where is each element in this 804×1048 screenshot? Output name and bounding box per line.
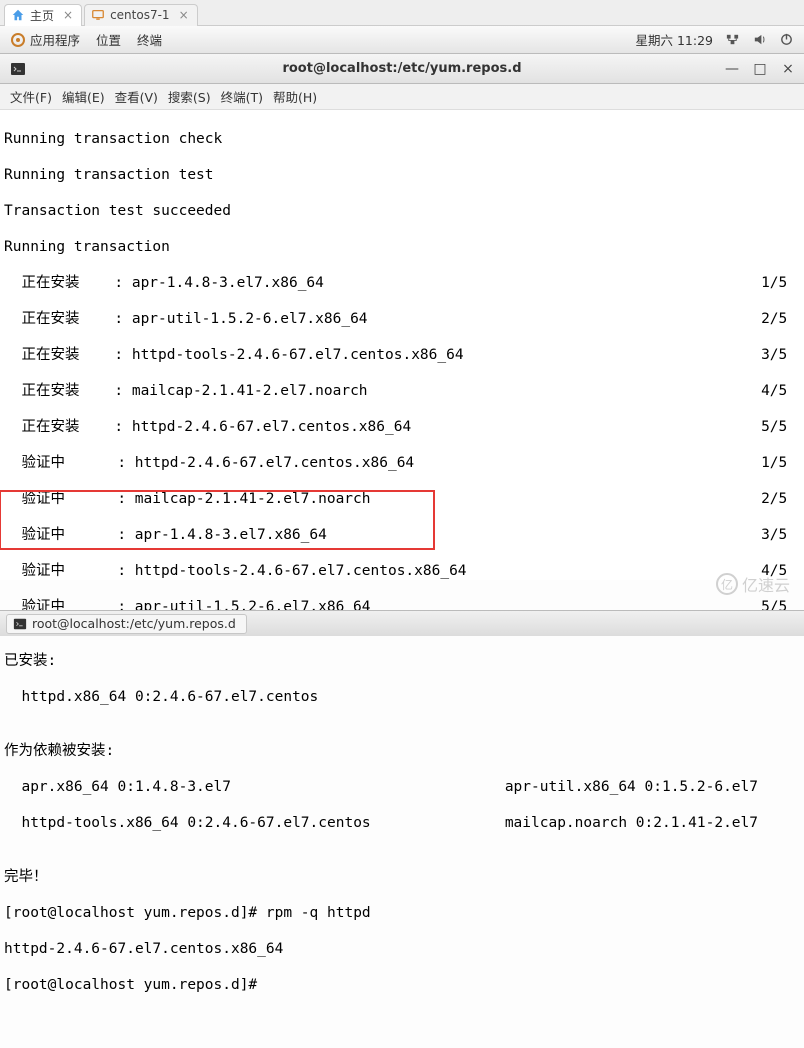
term-line: 作为依赖被安装: (4, 742, 798, 760)
term-line: 完毕！ (4, 868, 798, 886)
terminal-icon (13, 617, 27, 631)
term-line: Running transaction test (4, 166, 798, 184)
vm-tab-home[interactable]: 主页 × (4, 4, 82, 26)
window-titlebar: root@localhost:/etc/yum.repos.d — □ × (0, 54, 804, 84)
monitor-icon (91, 8, 105, 22)
vm-tabs: 主页 × centos7-1 × (0, 0, 804, 26)
taskbar-item-terminal[interactable]: root@localhost:/etc/yum.repos.d (6, 614, 247, 634)
term-line: Transaction test succeeded (4, 202, 798, 220)
vm-tab-label: centos7-1 (110, 8, 169, 22)
taskbar-item-label: root@localhost:/etc/yum.repos.d (32, 616, 236, 631)
maximize-button[interactable]: □ (752, 61, 768, 77)
menu-edit[interactable]: 编辑(E) (62, 87, 105, 106)
term-line: 验证中 : httpd-2.4.6-67.el7.centos.x86_641/… (4, 454, 798, 472)
term-line: 正在安装 : apr-1.4.8-3.el7.x86_641/5 (4, 274, 798, 292)
term-line: 验证中 : apr-1.4.8-3.el7.x86_643/5 (4, 526, 798, 544)
term-line: apr.x86_64 0:1.4.8-3.el7apr-util.x86_64 … (4, 778, 798, 796)
volume-icon[interactable] (752, 32, 767, 47)
term-line: 验证中 : mailcap-2.1.41-2.el7.noarch2/5 (4, 490, 798, 508)
term-line: Running transaction (4, 238, 798, 256)
apps-icon (10, 32, 26, 48)
term-line: 验证中 : httpd-tools-2.4.6-67.el7.centos.x8… (4, 562, 798, 580)
menu-terminal[interactable]: 终端(T) (221, 87, 263, 106)
menubar: 文件(F) 编辑(E) 查看(V) 搜索(S) 终端(T) 帮助(H) (0, 84, 804, 110)
window-title: root@localhost:/etc/yum.repos.d (282, 61, 521, 76)
terminal-output[interactable]: Running transaction check Running transa… (0, 110, 804, 580)
places-label: 位置 (96, 30, 121, 49)
power-icon[interactable] (779, 32, 794, 47)
vm-tab-label: 主页 (30, 7, 54, 24)
term-line: 已安装: (4, 652, 798, 670)
term-line: 正在安装 : httpd-2.4.6-67.el7.centos.x86_645… (4, 418, 798, 436)
term-line: httpd-2.4.6-67.el7.centos.x86_64 (4, 940, 798, 958)
menu-view[interactable]: 查看(V) (115, 87, 158, 106)
term-line: Running transaction check (4, 130, 798, 148)
close-icon[interactable]: × (63, 8, 73, 22)
vm-tab-centos[interactable]: centos7-1 × (84, 4, 198, 26)
term-prompt: [root@localhost yum.repos.d]# rpm -q htt… (4, 904, 798, 922)
close-icon[interactable]: × (179, 8, 189, 22)
term-prompt: [root@localhost yum.repos.d]# (4, 976, 798, 994)
term-line: httpd.x86_64 0:2.4.6-67.el7.centos (4, 688, 798, 706)
applications-label: 应用程序 (30, 30, 80, 49)
menu-search[interactable]: 搜索(S) (168, 87, 211, 106)
datetime-label[interactable]: 星期六 11:29 (636, 30, 714, 49)
term-line: httpd-tools.x86_64 0:2.4.6-67.el7.centos… (4, 814, 798, 832)
menu-help[interactable]: 帮助(H) (273, 87, 317, 106)
gnome-top-panel: 应用程序 位置 终端 星期六 11:29 (0, 26, 804, 54)
applications-menu[interactable]: 应用程序 (10, 30, 80, 49)
terminal-app-icon (10, 61, 26, 77)
network-icon[interactable] (725, 32, 740, 47)
terminal-menu[interactable]: 终端 (137, 30, 162, 49)
minimize-button[interactable]: — (724, 61, 740, 77)
menu-file[interactable]: 文件(F) (10, 87, 52, 106)
term-line: 正在安装 : mailcap-2.1.41-2.el7.noarch4/5 (4, 382, 798, 400)
terminal-label: 终端 (137, 30, 162, 49)
home-icon (11, 8, 25, 22)
close-button[interactable]: × (780, 61, 796, 77)
places-menu[interactable]: 位置 (96, 30, 121, 49)
term-line: 正在安装 : apr-util-1.5.2-6.el7.x86_642/5 (4, 310, 798, 328)
taskbar: root@localhost:/etc/yum.repos.d (0, 610, 804, 636)
term-line: 正在安装 : httpd-tools-2.4.6-67.el7.centos.x… (4, 346, 798, 364)
